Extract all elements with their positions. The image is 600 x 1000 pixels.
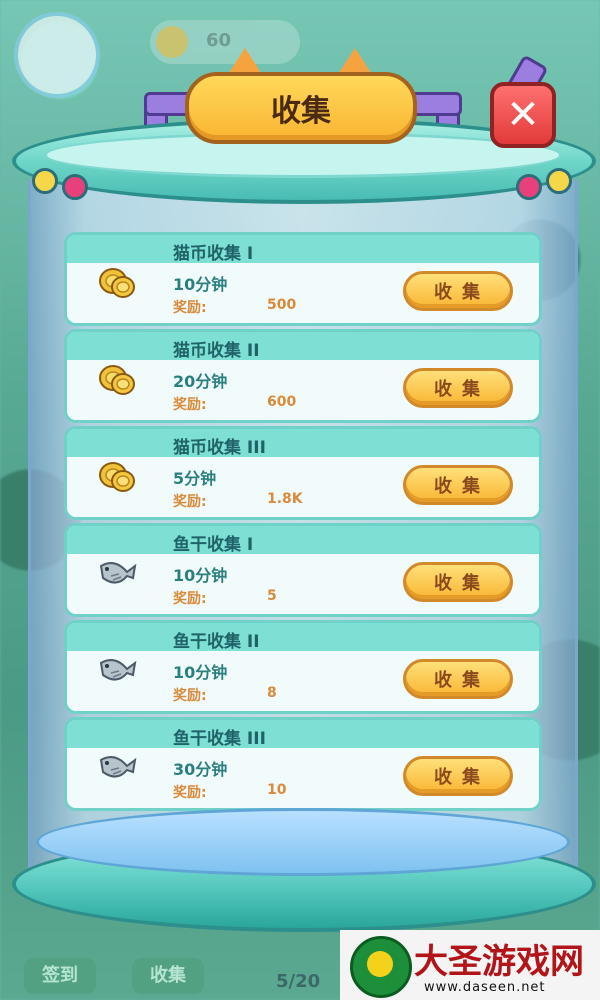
task-duration: 10分钟: [173, 275, 228, 294]
pink-light-right: [516, 174, 542, 200]
task-duration: 5分钟: [173, 469, 217, 488]
right-pipe-elbow: [410, 92, 462, 116]
reward-label: 奖励:: [173, 591, 207, 607]
coin-stack-icon: [97, 362, 137, 398]
reward-value: 5: [267, 588, 277, 604]
coin-stack-icon: [97, 459, 137, 495]
card-header: [67, 623, 539, 651]
dialog-title: 收集: [185, 72, 417, 144]
task-title: 鱼干收集 II: [173, 632, 260, 652]
card-header: [67, 235, 539, 263]
bottom-tab-collect: 收集: [132, 958, 204, 994]
task-duration: 10分钟: [173, 663, 228, 682]
reward-value: 8: [267, 685, 277, 701]
task-title: 鱼干收集 III: [173, 729, 266, 749]
task-card: 鱼干收集 I 10分钟奖励: 5 收集: [64, 523, 542, 617]
reward-label: 奖励:: [173, 494, 207, 510]
dried-fish-icon: [97, 750, 137, 786]
card-header: [67, 429, 539, 457]
coin-stack-icon: [97, 265, 137, 301]
collect-button[interactable]: 收集: [403, 659, 513, 699]
task-card: 鱼干收集 II 10分钟奖励: 8 收集: [64, 620, 542, 714]
bottom-tab-signin: 签到: [24, 958, 96, 994]
watermark-url: www.daseen.net: [424, 980, 546, 995]
watermark-name: 大圣游戏网: [414, 942, 584, 982]
reward-value: 500: [267, 297, 297, 313]
task-duration: 30分钟: [173, 760, 228, 779]
task-card: 鱼干收集 III 30分钟奖励: 10 收集: [64, 717, 542, 811]
reward-value: 1.8K: [267, 491, 303, 507]
card-header: [67, 720, 539, 748]
reward-label: 奖励:: [173, 785, 207, 801]
dried-fish-icon: [97, 556, 137, 592]
collect-button[interactable]: 收集: [403, 562, 513, 602]
collect-button[interactable]: 收集: [403, 271, 513, 311]
player-avatar: [14, 12, 100, 98]
pink-light-left: [62, 174, 88, 200]
task-card: 猫币收集 III 5分钟奖励: 1.8K 收集: [64, 426, 542, 520]
task-duration: 10分钟: [173, 566, 228, 585]
tube-bottom-floor: [36, 808, 570, 876]
collect-button[interactable]: 收集: [403, 465, 513, 505]
collect-button[interactable]: 收集: [403, 756, 513, 796]
reward-value: 600: [267, 394, 297, 410]
site-watermark: 大圣游戏网 www.daseen.net: [340, 930, 600, 1000]
collect-button[interactable]: 收集: [403, 368, 513, 408]
yellow-light-left: [32, 168, 58, 194]
close-button[interactable]: ✕: [490, 82, 556, 148]
dried-fish-icon: [97, 653, 137, 689]
card-header: [67, 332, 539, 360]
task-card: 猫币收集 II 20分钟奖励: 600 收集: [64, 329, 542, 423]
task-duration: 20分钟: [173, 372, 228, 391]
card-header: [67, 526, 539, 554]
reward-value: 10: [267, 782, 287, 798]
task-title: 鱼干收集 I: [173, 535, 254, 555]
coin-icon: [156, 26, 188, 58]
watermark-logo-icon: [350, 936, 412, 998]
reward-label: 奖励:: [173, 300, 207, 316]
task-card: 猫币收集 I 10分钟奖励: 500 收集: [64, 232, 542, 326]
task-title: 猫币收集 III: [173, 438, 266, 458]
task-title: 猫币收集 I: [173, 244, 254, 264]
dialog-title-banner: 收集: [185, 48, 417, 144]
stage-counter: 5/20: [276, 971, 321, 992]
reward-label: 奖励:: [173, 688, 207, 704]
yellow-light-right: [546, 168, 572, 194]
reward-label: 奖励:: [173, 397, 207, 413]
task-title: 猫币收集 II: [173, 341, 260, 361]
